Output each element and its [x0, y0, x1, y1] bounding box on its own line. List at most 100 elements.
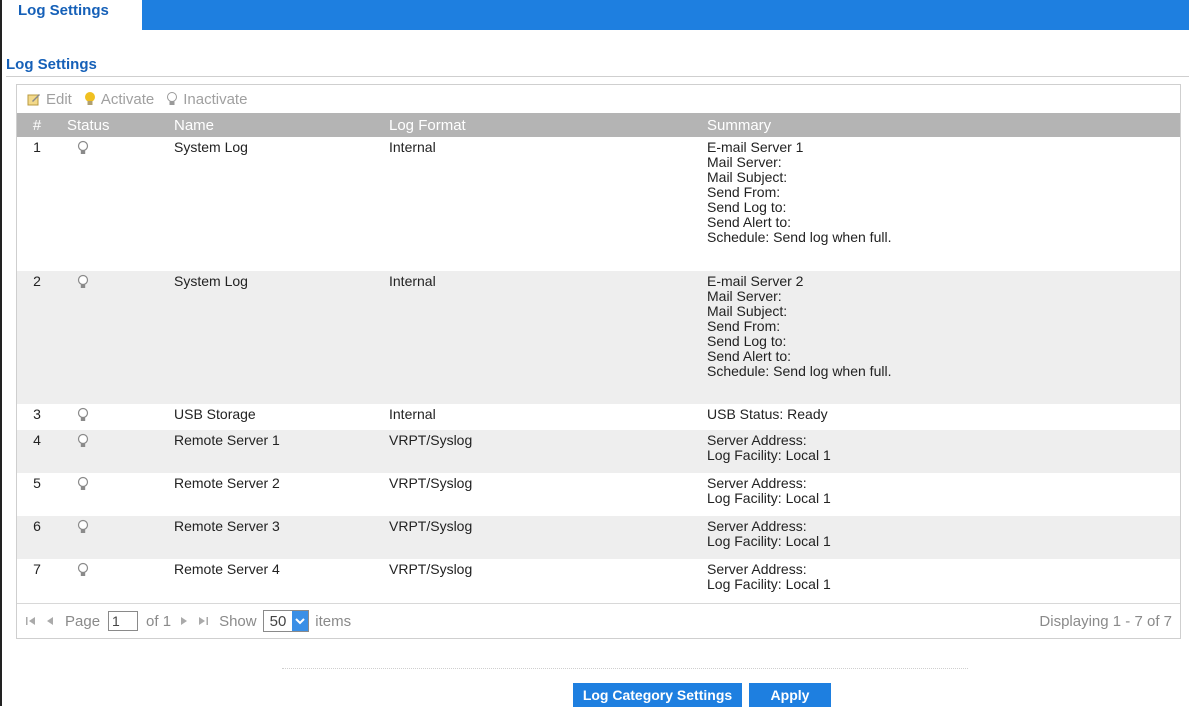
- summary-line: Log Facility: Local 1: [707, 576, 831, 592]
- first-page-icon[interactable]: [25, 615, 37, 627]
- table-row[interactable]: 2 System Log Internal E-mail Server 2 Mail S…: [17, 271, 1180, 404]
- cell-num: 2: [33, 273, 41, 289]
- cell-summary: Server Address: Log Facility: Local 1: [707, 473, 1180, 516]
- cell-log-format: VRPT/Syslog: [389, 432, 473, 448]
- table-header-row: # Status Name Log Format Summary: [17, 113, 1180, 137]
- edit-label: Edit: [46, 90, 72, 108]
- cell-status: [67, 271, 174, 404]
- summary-line: Server Address:: [707, 561, 807, 577]
- page-number-input[interactable]: [108, 611, 139, 631]
- cell-num: 1: [33, 139, 41, 155]
- activate-label: Activate: [100, 90, 155, 108]
- tab-strip-band: [124, 0, 1189, 30]
- activate-button[interactable]: Activate: [84, 91, 154, 108]
- lightbulb-off-icon: [166, 91, 178, 107]
- cell-summary: E-mail Server 1 Mail Server: Mail Subject:…: [707, 137, 1180, 271]
- lightbulb-icon: [77, 562, 89, 581]
- pager: Page of 1 Show 50 items Displaying 1 - 7…: [17, 603, 1180, 638]
- cell-num: 6: [33, 518, 41, 534]
- page-label: Page: [65, 612, 101, 630]
- cell-log-format: Internal: [389, 139, 436, 155]
- cell-name: Remote Server 2: [174, 475, 280, 491]
- col-header-name[interactable]: Name: [174, 113, 389, 137]
- table-row[interactable]: 1 System Log Internal E-mail Server 1 Mail S…: [17, 137, 1180, 271]
- cell-num: 7: [33, 561, 41, 577]
- cell-name: System Log: [174, 273, 248, 289]
- summary-line: Server Address:: [707, 518, 807, 534]
- items-label: items: [315, 612, 352, 630]
- section-divider: [6, 76, 1189, 77]
- lightbulb-icon: [77, 407, 89, 426]
- col-header-num[interactable]: #: [17, 113, 67, 137]
- cell-name: Remote Server 4: [174, 561, 280, 577]
- cell-name: Remote Server 3: [174, 518, 280, 534]
- prev-page-icon[interactable]: [45, 615, 55, 627]
- cell-summary: Server Address: Log Facility: Local 1: [707, 559, 1180, 601]
- cell-log-format: VRPT/Syslog: [389, 475, 473, 491]
- summary-line: Schedule: Send log when full.: [707, 229, 892, 245]
- cell-log-format: VRPT/Syslog: [389, 561, 473, 577]
- table-row[interactable]: 3 USB Storage Internal USB Status: Ready: [17, 404, 1180, 430]
- lightbulb-icon: [77, 433, 89, 452]
- table-row[interactable]: 4 Remote Server 1 VRPT/Syslog Server Addres…: [17, 430, 1180, 473]
- summary-line: E-mail Server 2: [707, 273, 804, 289]
- summary-line: Server Address:: [707, 475, 807, 491]
- inactivate-button[interactable]: Inactivate: [166, 91, 247, 108]
- summary-line: E-mail Server 1: [707, 139, 804, 155]
- summary-line: Mail Server:: [707, 288, 782, 304]
- summary-line: Schedule: Send log when full.: [707, 363, 892, 379]
- summary-line: Log Facility: Local 1: [707, 447, 831, 463]
- display-count: Displaying 1 - 7 of 7: [1039, 612, 1172, 630]
- table-row[interactable]: 5 Remote Server 2 VRPT/Syslog Server Addres…: [17, 473, 1180, 516]
- cell-log-format: Internal: [389, 273, 436, 289]
- lightbulb-icon: [77, 274, 89, 293]
- lightbulb-icon: [77, 476, 89, 495]
- bottom-divider: [282, 668, 968, 669]
- summary-line: USB Status: Ready: [707, 406, 828, 422]
- tab-label: Log Settings: [18, 2, 109, 19]
- lightbulb-icon: [77, 140, 89, 159]
- col-header-summary[interactable]: Summary: [707, 113, 1180, 137]
- summary-line: Send Log to:: [707, 199, 787, 215]
- summary-line: Mail Server:: [707, 154, 782, 170]
- toolbar: Edit Activate Inactivate: [17, 85, 1180, 113]
- page-size-select[interactable]: 50: [262, 610, 310, 632]
- summary-line: Log Facility: Local 1: [707, 533, 831, 549]
- cell-status: [67, 137, 174, 271]
- log-category-settings-button[interactable]: Log Category Settings: [573, 683, 742, 707]
- cell-status: [67, 516, 174, 559]
- show-label: Show: [219, 612, 257, 630]
- cell-summary: Server Address: Log Facility: Local 1: [707, 516, 1180, 559]
- cell-summary: USB Status: Ready: [707, 404, 1180, 430]
- table-row[interactable]: 6 Remote Server 3 VRPT/Syslog Server Addres…: [17, 516, 1180, 559]
- cell-log-format: VRPT/Syslog: [389, 518, 473, 534]
- cell-name: System Log: [174, 139, 248, 155]
- apply-button[interactable]: Apply: [749, 683, 831, 707]
- cell-num: 4: [33, 432, 41, 448]
- summary-line: Send Alert to:: [707, 348, 792, 364]
- cell-summary: Server Address: Log Facility: Local 1: [707, 430, 1180, 473]
- last-page-icon[interactable]: [197, 615, 209, 627]
- summary-line: Send From:: [707, 318, 781, 334]
- chevron-down-icon: [292, 611, 309, 631]
- cell-name: Remote Server 1: [174, 432, 280, 448]
- summary-line: Mail Subject:: [707, 169, 788, 185]
- cell-name: USB Storage: [174, 406, 256, 422]
- col-header-status[interactable]: Status: [67, 113, 174, 137]
- summary-line: Send Alert to:: [707, 214, 792, 230]
- inactivate-label: Inactivate: [183, 90, 248, 108]
- col-header-log-format[interactable]: Log Format: [389, 113, 707, 137]
- cell-status: [67, 404, 174, 430]
- cell-log-format: Internal: [389, 406, 436, 422]
- edit-button[interactable]: Edit: [27, 91, 72, 108]
- next-page-icon[interactable]: [179, 615, 189, 627]
- tab-log-settings[interactable]: Log Settings: [2, 0, 142, 30]
- window-left-border: [0, 0, 2, 706]
- page-size-value: 50: [269, 612, 287, 630]
- log-table-panel: Edit Activate Inactivate # Status Name L…: [16, 84, 1181, 639]
- table-row[interactable]: 7 Remote Server 4 VRPT/Syslog Server Addres…: [17, 559, 1180, 601]
- summary-line: Send From:: [707, 184, 781, 200]
- summary-line: Send Log to:: [707, 333, 787, 349]
- cell-num: 5: [33, 475, 41, 491]
- cell-num: 3: [33, 406, 41, 422]
